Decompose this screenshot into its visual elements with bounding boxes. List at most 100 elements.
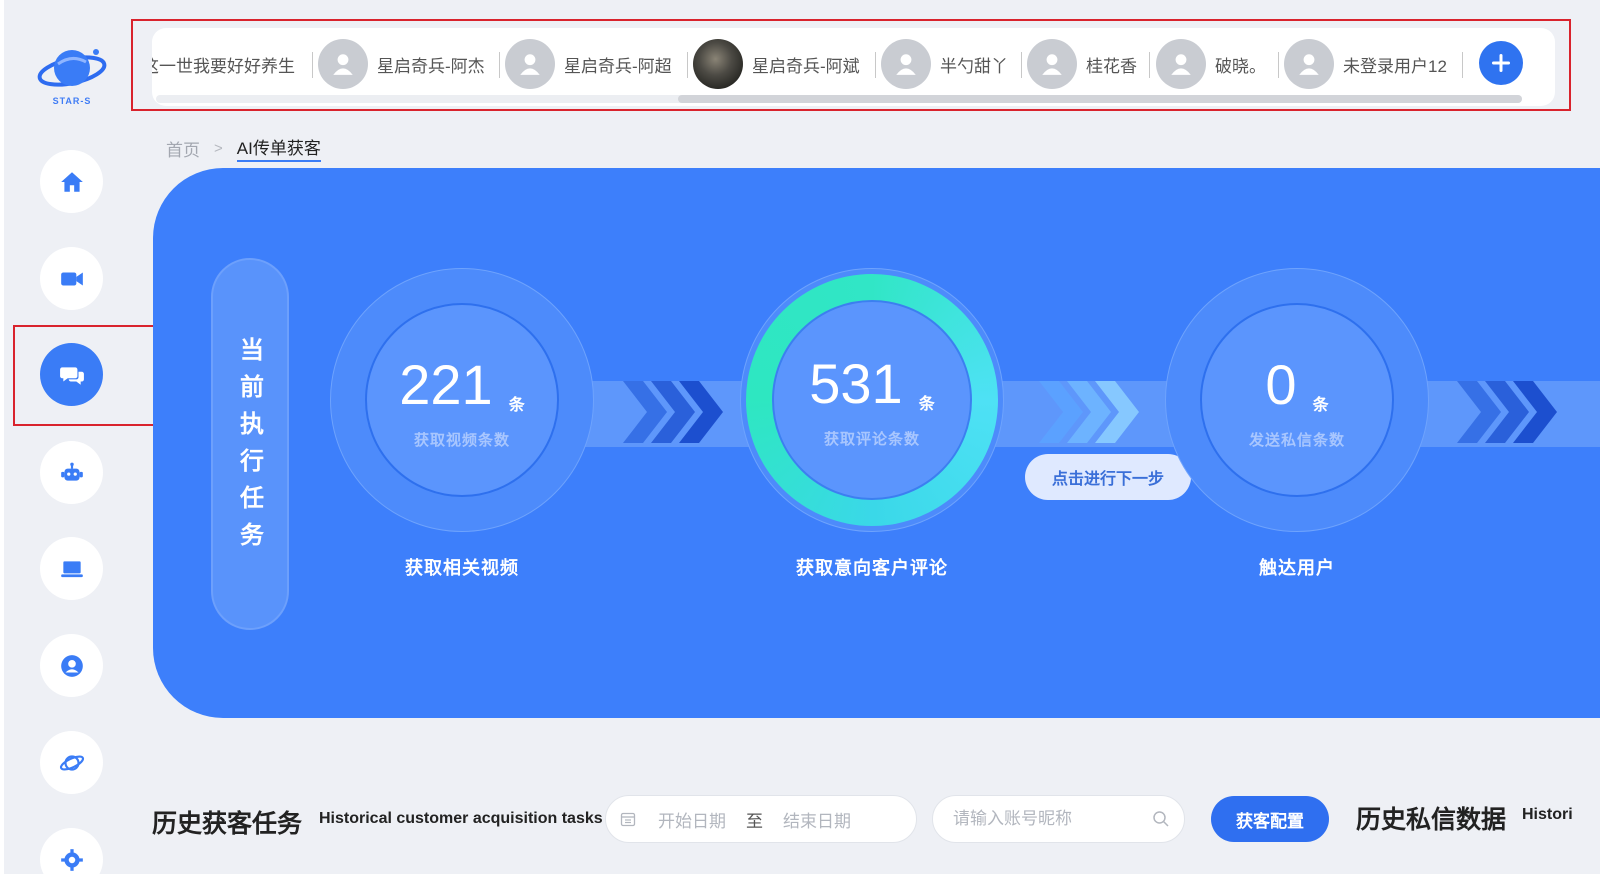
avatar [1027,39,1077,89]
tab-divider [1021,52,1022,78]
task-label-char: 执 [240,411,264,438]
stat-caption: 获取相关视频 [405,558,519,578]
current-task-label: 当 前 执 行 任 务 [211,258,289,630]
sidebar-item-settings[interactable] [40,828,103,874]
stat-messages: 0条 发送私信条数 [1200,303,1394,497]
sidebar-item-laptop[interactable] [40,537,103,600]
stat-unit: 条 [1312,397,1329,414]
add-account-button[interactable] [1479,41,1523,85]
start-date-input[interactable]: 开始日期 [658,807,726,832]
avatar [1284,39,1334,89]
account-tab[interactable]: 星启奇兵-阿超 [505,39,672,89]
chevron-arrows-icon [623,381,723,443]
stat-comments-glow-ring: 531 条 获取评论条数 [746,274,998,526]
task-label-char: 任 [240,485,264,512]
account-tab[interactable]: 破晓。 [1156,39,1266,89]
chat-bubbles-icon [59,366,84,385]
avatar-photo [693,39,743,89]
task-label-char: 务 [240,522,264,549]
home-icon [60,171,83,192]
gear-icon [60,848,83,871]
user-icon [896,54,916,75]
acquisition-config-button[interactable]: 获客配置 [1211,796,1329,842]
tab-divider [1278,52,1279,78]
app-logo[interactable]: STAR-S [36,44,108,110]
task-overview-panel: 当 前 执 行 任 务 221 条 获取视频条数 获取相关视频 531 条 获取评论… [153,168,1600,718]
planet-logo-icon [37,49,107,87]
stat-unit: 条 [918,396,935,413]
sidebar-item-home[interactable] [40,150,103,213]
account-tab-label: 未登录用户12 [1343,56,1447,76]
user-icon [1299,54,1319,75]
stat-label: 获取评论条数 [823,431,920,448]
stat-value: 0条 [1265,353,1329,416]
account-tab[interactable]: 未登录用户12 [1284,39,1447,89]
stat-caption: 触达用户 [1259,558,1335,578]
avatar [881,39,931,89]
stat-value: 531 条 [809,352,935,415]
planet-icon [59,754,84,771]
task-label-char: 行 [240,448,264,475]
stat-label: 发送私信条数 [1248,432,1345,449]
account-tab-label: 星启奇兵-阿杰 [377,56,485,76]
stat-videos: 221 条 获取视频条数 [365,303,559,497]
stat-comments: 531 条 获取评论条数 [772,300,972,500]
history-tasks-subtitle: Historical customer acquisition tasks [319,810,603,827]
left-edge [0,0,4,874]
history-dm-title: 历史私信数据 [1356,806,1507,834]
plus-icon [1492,54,1510,72]
laptop-icon [60,560,83,577]
account-tab[interactable]: 桂花香 [1027,39,1137,89]
sidebar-item-profile[interactable] [40,634,103,697]
task-label-char: 当 [240,337,264,364]
next-step-button[interactable]: 点击进行下一步 [1025,454,1191,500]
tab-divider [312,52,313,78]
account-tab-label: 破晓。 [1215,56,1266,76]
user-icon [520,54,540,75]
avatar [318,39,368,89]
tab-scrollbar-thumb[interactable] [678,95,1522,103]
sidebar-item-video[interactable] [40,247,103,310]
chevron-arrows-icon [1039,381,1139,443]
tab-divider [499,52,500,78]
stat-label: 获取视频条数 [413,432,510,449]
video-camera-icon [60,272,83,285]
user-circle-icon [60,654,83,677]
search-icon[interactable] [1152,810,1170,828]
breadcrumb-current: AI传单获客 [236,134,321,162]
date-range-separator: 至 [746,811,763,831]
account-tab[interactable]: 星启奇兵-阿斌 [693,39,860,89]
account-tab-label: 桂花香 [1086,56,1137,76]
logo-text: STAR-S [52,96,92,106]
task-label-char: 前 [240,374,264,401]
end-date-input[interactable]: 结束日期 [783,807,851,832]
sidebar-item-planet[interactable] [40,731,103,794]
user-icon [1042,54,1062,75]
breadcrumb: 首页 > AI传单获客 [166,134,321,162]
calendar-icon [620,812,636,827]
chevron-right-icon: > [214,139,223,157]
tab-divider [1149,52,1150,78]
history-dm-subtitle: Histori [1522,806,1573,823]
account-tab[interactable]: 半勺甜丫 [881,39,1008,89]
tab-divider [687,52,688,78]
robot-icon [60,462,83,481]
avatar [1156,39,1206,89]
stat-value: 221 条 [399,353,525,416]
account-search-input[interactable] [953,809,1143,829]
account-tab[interactable]: 星启奇兵-阿杰 [318,39,485,89]
tab-divider [1462,52,1463,78]
tab-divider [875,52,876,78]
sidebar-item-chat[interactable] [40,343,103,406]
breadcrumb-home[interactable]: 首页 [166,136,200,161]
account-tab[interactable]: 这一世我要好好养生 [152,39,295,89]
stat-caption: 获取意向客户评论 [796,558,948,578]
chevron-arrows-icon [1457,381,1557,443]
avatar [505,39,555,89]
account-search [932,795,1185,843]
date-range-picker[interactable]: 开始日期 至 结束日期 [605,795,917,843]
account-tab-label: 这一世我要好好养生 [152,56,295,76]
stat-unit: 条 [508,397,525,414]
user-icon [333,54,353,75]
sidebar-item-robot[interactable] [40,441,103,504]
